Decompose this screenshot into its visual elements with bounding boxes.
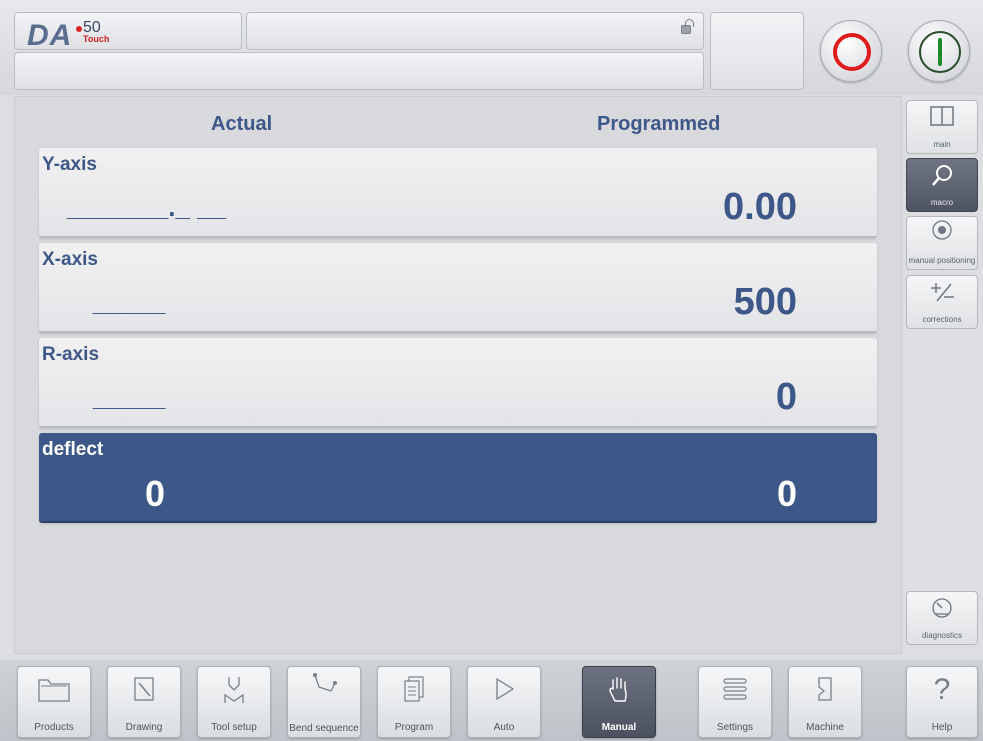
- side-button-label: corrections: [922, 315, 962, 324]
- pencil-icon: [108, 675, 180, 709]
- axis-programmed-value[interactable]: 500: [734, 281, 797, 324]
- magnifier-icon: [907, 164, 977, 194]
- machine-icon: [789, 675, 861, 709]
- nav-label: Products: [34, 722, 74, 733]
- nav-label: Manual: [601, 722, 637, 733]
- hand-icon: [583, 675, 655, 711]
- start-icon: [938, 38, 942, 66]
- nav-label: Machine: [806, 722, 844, 733]
- dial-icon: [907, 219, 977, 247]
- axis-programmed-value[interactable]: 0.00: [723, 186, 797, 229]
- axis-actual-value: _____: [93, 287, 166, 317]
- nav-auto[interactable]: Auto: [467, 666, 541, 738]
- deflect-row[interactable]: deflect 0 0: [39, 433, 877, 523]
- nav-label: Drawing: [125, 722, 163, 733]
- deflect-programmed-value[interactable]: 0: [777, 473, 797, 515]
- axis-row-x[interactable]: X-axis _____ 500: [39, 243, 877, 333]
- axis-actual-value: _____: [93, 382, 166, 412]
- nav-label: Help: [931, 722, 953, 733]
- logo-panel: DA 50 Touch: [14, 12, 242, 52]
- deflect-name: deflect: [42, 439, 104, 460]
- list-icon: [699, 675, 771, 709]
- gauge-icon: [907, 597, 977, 625]
- play-icon: [468, 675, 540, 709]
- nav-label: Program: [394, 722, 434, 733]
- side-button-diagnostics[interactable]: diagnostics: [906, 591, 978, 645]
- status-panel: [246, 12, 704, 50]
- axis-name: Y-axis: [42, 154, 97, 175]
- stop-icon: [833, 33, 871, 71]
- actual-header: Actual: [211, 113, 273, 135]
- axis-actual-value: _______._ __: [67, 192, 227, 222]
- axis-name: R-axis: [42, 344, 100, 365]
- nav-drawing[interactable]: Drawing: [107, 666, 181, 738]
- nav-bend-sequence[interactable]: Bend sequence: [287, 666, 361, 738]
- plus-minus-icon: [907, 281, 977, 309]
- axis-programmed-value[interactable]: 0: [776, 376, 797, 419]
- nav-label: Tool setup: [211, 722, 257, 733]
- logo-sub: Touch: [83, 34, 110, 44]
- side-button-corrections[interactable]: corrections: [906, 275, 978, 329]
- nav-label: Auto: [493, 722, 515, 733]
- nav-label: Bend sequence: [289, 723, 359, 734]
- nav-products[interactable]: Products: [17, 666, 91, 738]
- folder-icon: [18, 675, 90, 709]
- side-button-manual-positioning[interactable]: manual positioning: [906, 216, 978, 270]
- info-panel: [710, 12, 804, 90]
- stop-button[interactable]: [820, 20, 882, 82]
- logo-text: DA: [27, 19, 73, 52]
- nav-settings[interactable]: Settings: [698, 666, 772, 738]
- side-button-label: manual positioning: [908, 256, 976, 265]
- side-button-label: main: [933, 140, 951, 149]
- side-button-label: diagnostics: [921, 631, 963, 640]
- nav-tool-setup[interactable]: Tool setup: [197, 666, 271, 738]
- axis-row-y[interactable]: Y-axis _______._ __ 0.00: [39, 148, 877, 238]
- nav-help[interactable]: ? Help: [906, 666, 978, 738]
- side-button-main[interactable]: main: [906, 100, 978, 154]
- nav-program[interactable]: Program: [377, 666, 451, 738]
- tool-icon: [198, 675, 270, 711]
- question-icon: ?: [933, 673, 951, 706]
- programmed-header: Programmed: [597, 113, 721, 135]
- nav-label: Settings: [716, 722, 754, 733]
- unlock-icon[interactable]: [681, 19, 694, 34]
- deflect-actual-value: 0: [145, 473, 166, 514]
- side-button-macro[interactable]: macro: [906, 158, 978, 212]
- document-stack-icon: [378, 675, 450, 709]
- split-panel-icon: [907, 106, 977, 132]
- bend-icon: [288, 671, 360, 705]
- start-button[interactable]: [908, 20, 970, 82]
- axis-row-r[interactable]: R-axis _____ 0: [39, 338, 877, 428]
- message-panel: [14, 52, 704, 90]
- nav-machine[interactable]: Machine: [788, 666, 862, 738]
- nav-manual[interactable]: Manual: [582, 666, 656, 738]
- axis-name: X-axis: [42, 249, 98, 270]
- logo-dot: [76, 26, 82, 32]
- side-button-label: macro: [930, 198, 954, 207]
